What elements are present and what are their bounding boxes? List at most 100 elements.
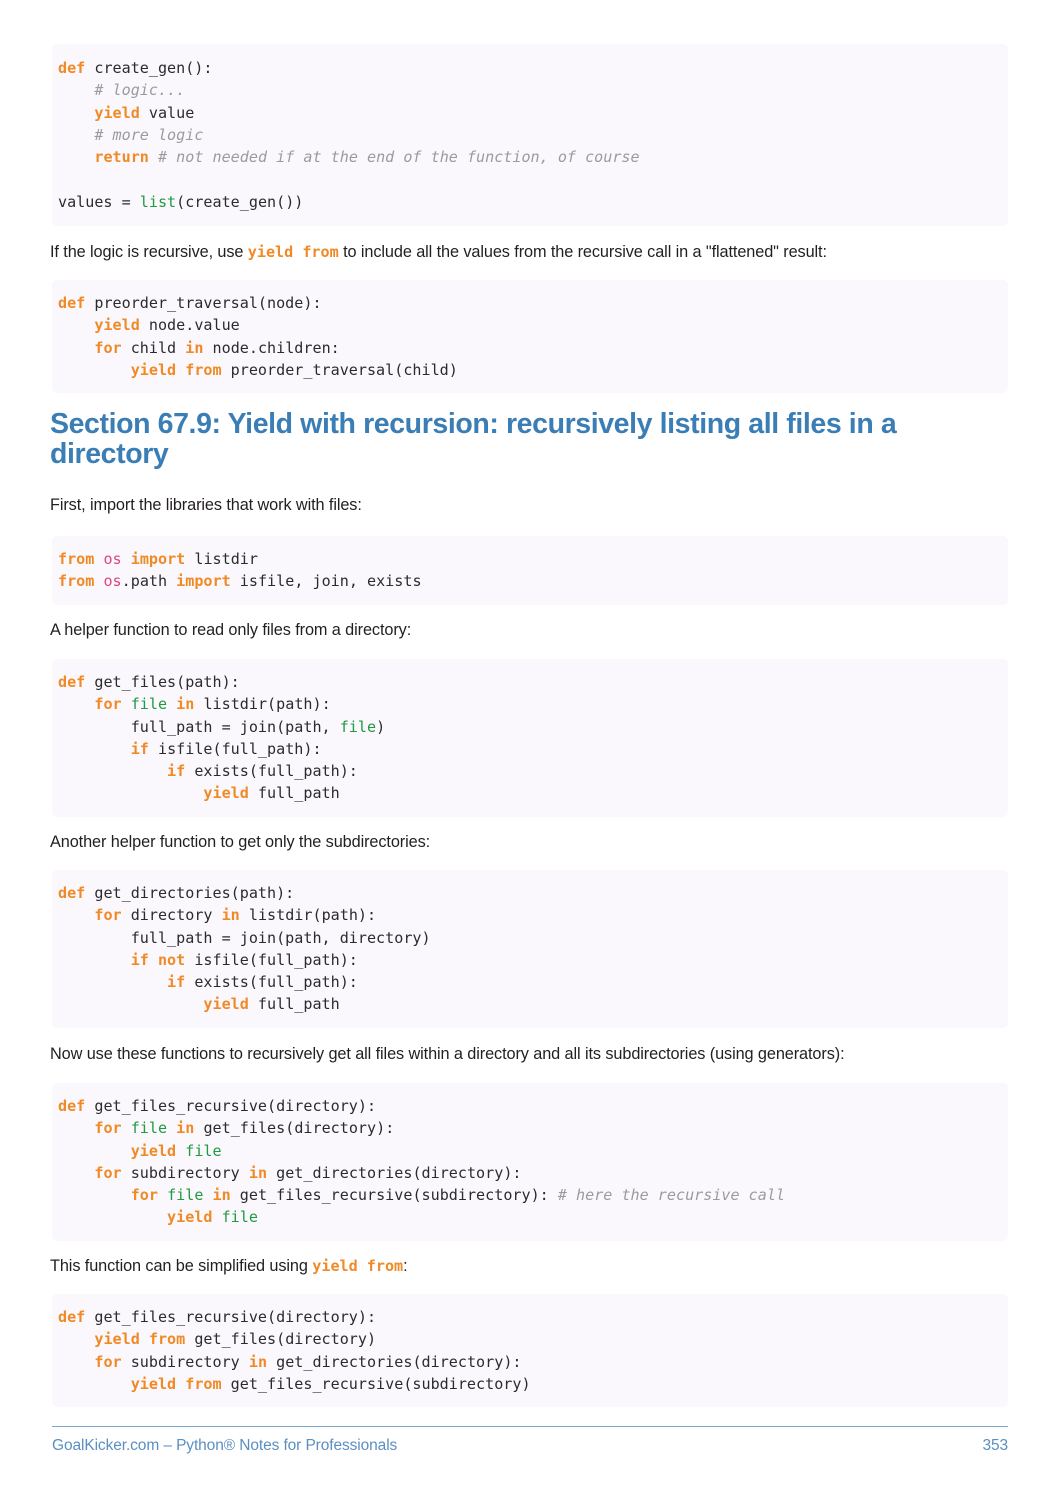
code-token: list: [139, 192, 177, 211]
paragraph-first-import: First, import the libraries that work wi…: [50, 496, 362, 514]
code-line: yield file: [58, 1206, 1008, 1228]
code-line: def get_directories(path):: [58, 882, 1008, 904]
code-token: for: [130, 1186, 158, 1205]
code-token: if not: [130, 950, 186, 969]
code-token: def: [58, 59, 86, 77]
code-token: subdirectory: [121, 1352, 249, 1371]
code-token: create_gen():: [85, 59, 213, 77]
code-token: child: [121, 338, 186, 357]
paragraph-simplified-yield-from: This function can be simplified using yi…: [50, 1257, 408, 1275]
code-block-get-files: def get_files(path): for file in listdir…: [52, 659, 1008, 817]
code-token: .path: [121, 572, 177, 591]
code-token: get_files(directory): [185, 1330, 377, 1349]
code-token: isfile, join, exists: [230, 572, 422, 591]
code-line: return # not needed if at the end of the…: [58, 146, 1008, 168]
code-token: subdirectory: [121, 1163, 249, 1182]
code-token: in: [221, 906, 240, 925]
code-line: # logic...: [58, 79, 1008, 101]
code-token: in: [176, 1119, 195, 1138]
code-token: listdir(path):: [194, 695, 331, 714]
code-line: for child in node.children:: [58, 337, 1008, 359]
inline-code: yield from: [312, 1257, 404, 1275]
code-block-get-files-recursive-simplified: def get_files_recursive(directory): yiel…: [52, 1294, 1008, 1408]
code-token: for: [94, 906, 122, 925]
code-line: full_path = join(path, file): [58, 716, 1008, 738]
code-token: isfile(full_path):: [148, 739, 322, 758]
code-token: get_files_recursive(subdirectory): [221, 1374, 531, 1393]
code-token: for: [94, 1119, 122, 1138]
code-line: def get_files_recursive(directory):: [58, 1095, 1008, 1117]
code-token: yield: [203, 784, 249, 803]
code-token: get_directories(path):: [85, 884, 295, 902]
paragraph-recursive-generators: Now use these functions to recursively g…: [50, 1045, 845, 1063]
code-line: if not isfile(full_path):: [58, 949, 1008, 971]
code-token: file: [167, 1186, 204, 1205]
code-token: import: [176, 572, 231, 591]
code-token: # logic...: [94, 81, 186, 100]
code-token: import: [130, 550, 186, 568]
code-line: yield node.value: [58, 314, 1008, 336]
code-line: if isfile(full_path):: [58, 738, 1008, 760]
code-token: if: [167, 762, 186, 781]
code-line: values = list(create_gen()): [58, 191, 1008, 213]
code-line: from os.path import isfile, join, exists: [58, 570, 1008, 592]
code-token: node.value: [139, 316, 240, 335]
code-block-imports: from os import listdir from os.path impor…: [52, 536, 1008, 605]
code-line: for file in listdir(path):: [58, 693, 1008, 715]
code-token: file: [130, 695, 168, 714]
code-token: def: [58, 1308, 86, 1326]
code-block-create-gen: def create_gen(): # logic... yield value…: [52, 44, 1008, 227]
code-token: yield: [130, 1141, 177, 1160]
code-token: exists(full_path):: [185, 762, 358, 781]
code-token: values =: [58, 192, 140, 211]
code-token: get_files_recursive(subdirectory):: [230, 1186, 558, 1205]
code-token: get_files_recursive(directory):: [85, 1097, 377, 1115]
code-token: get_files_recursive(directory):: [85, 1308, 377, 1326]
code-token: def: [58, 884, 86, 902]
code-token: listdir(path):: [239, 906, 377, 925]
code-line: yield full_path: [58, 993, 1008, 1015]
code-token: # here the recursive call: [557, 1186, 786, 1205]
code-token: in: [176, 695, 195, 714]
code-token: os: [103, 572, 122, 591]
code-token: value: [139, 103, 195, 122]
code-line: yield from get_files(directory): [58, 1328, 1008, 1350]
footer-attribution: GoalKicker.com – Python® Notes for Profe…: [52, 1437, 398, 1454]
page-title: Section 67.9: Yield with recursion: recu…: [50, 408, 897, 470]
code-token: yield from: [130, 1374, 222, 1393]
code-token: in: [248, 1163, 268, 1182]
code-token: preorder_traversal(child): [221, 360, 458, 379]
paragraph-helper-subdirectories: Another helper function to get only the …: [50, 833, 431, 851]
code-line: if exists(full_path):: [58, 971, 1008, 993]
code-line: def preorder_traversal(node):: [58, 292, 1008, 314]
footer-divider: [52, 1426, 1008, 1427]
paragraph-recursive-yield-from: If the logic is recursive, use yield fro…: [50, 243, 827, 261]
code-token: yield from: [130, 360, 222, 379]
code-line: def create_gen():: [58, 57, 1008, 79]
code-token: for: [94, 695, 122, 714]
page-number: 353: [982, 1437, 1008, 1454]
code-line: yield from get_files_recursive(subdirect…: [58, 1373, 1008, 1395]
code-token: get_directories(directory):: [267, 1163, 522, 1182]
code-line: yield from preorder_traversal(child): [58, 359, 1008, 381]
code-token: full_path = join(path, directory): [58, 928, 431, 947]
code-token: for: [94, 1163, 122, 1182]
code-block-get-directories: def get_directories(path): for directory…: [52, 870, 1008, 1028]
code-token: if: [167, 973, 186, 992]
code-line: for subdirectory in get_directories(dire…: [58, 1351, 1008, 1373]
code-token: (create_gen()): [176, 192, 304, 211]
